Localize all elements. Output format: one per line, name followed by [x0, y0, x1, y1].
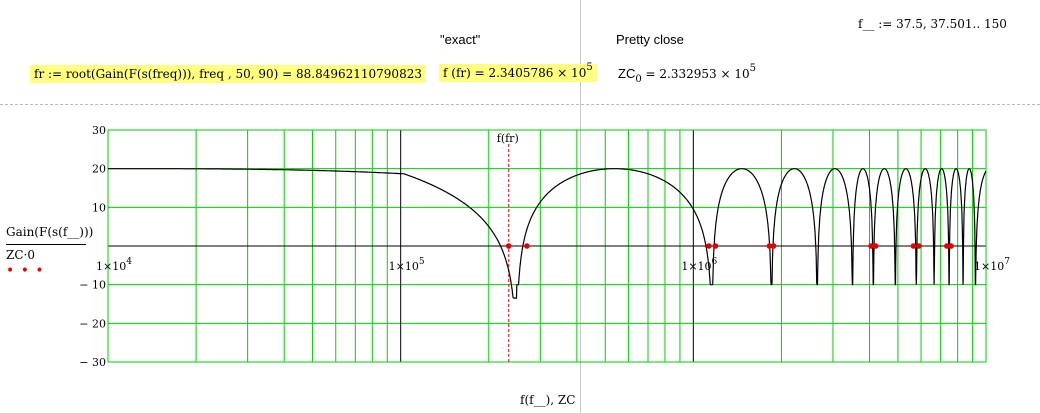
- x-tick-label: 1×105: [389, 257, 425, 273]
- gain-curve: [108, 168, 987, 299]
- zero-crossing-point: [706, 243, 712, 249]
- y-tick-label: 10: [92, 201, 106, 214]
- y-tick-label: − 20: [79, 317, 106, 330]
- y-tick-label: 20: [92, 163, 106, 176]
- x-tick-label: 1×106: [681, 257, 717, 273]
- y-tick-label: − 30: [79, 356, 106, 369]
- x-tick-label: 1×104: [96, 257, 132, 273]
- zero-crossing-point: [712, 243, 719, 249]
- fr-marker-label: f(fr): [497, 132, 519, 145]
- zero-crossing-point: [770, 243, 777, 249]
- gain-plot[interactable]: 30 20 10 − 10 − 20 − 30 1×104 1×105 1×106 1×107 f(…: [0, 0, 1040, 413]
- zero-crossing-point: [948, 243, 954, 249]
- y-tick-label: 30: [92, 124, 106, 137]
- zero-crossing-point: [916, 243, 922, 249]
- x-tick-label: 1×107: [974, 257, 1010, 273]
- zero-crossing-point: [524, 243, 530, 249]
- zero-crossing-point: [910, 243, 917, 249]
- zero-crossing-point: [872, 243, 879, 249]
- zero-crossing-point: [505, 243, 512, 249]
- y-tick-label: − 10: [79, 279, 106, 292]
